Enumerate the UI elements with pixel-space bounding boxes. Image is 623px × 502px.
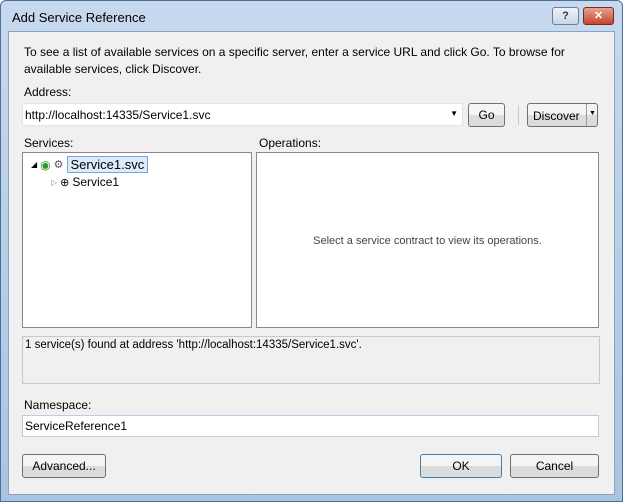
- tree-item[interactable]: ◢ ◉ ⚙ Service1.svc: [31, 156, 149, 173]
- instructions-text: To see a list of available services on a…: [24, 45, 565, 76]
- chevron-down-icon[interactable]: ▼: [589, 110, 596, 117]
- operations-list[interactable]: Select a service contract to view its op…: [256, 152, 599, 328]
- address-label: Address:: [24, 85, 72, 99]
- globe-icon: ⊕: [60, 176, 70, 189]
- go-button[interactable]: Go: [468, 103, 505, 127]
- cancel-button[interactable]: Cancel: [510, 454, 599, 478]
- namespace-value: ServiceReference1: [25, 419, 128, 433]
- discover-split-button[interactable]: Discover ▼: [527, 103, 598, 127]
- operations-placeholder: Select a service contract to view its op…: [313, 235, 542, 247]
- status-text: 1 service(s) found at address 'http://lo…: [25, 339, 362, 351]
- tree-item[interactable]: ▷ ⊕ Service1: [51, 175, 119, 189]
- collapsed-triangle-icon[interactable]: ▷: [51, 178, 57, 187]
- chevron-down-icon[interactable]: ▼: [450, 109, 458, 118]
- toolbar-separator: [518, 105, 519, 125]
- split-divider: [586, 104, 587, 126]
- help-button[interactable]: ?: [552, 7, 579, 25]
- address-input[interactable]: http://localhost:14335/Service1.svc: [25, 108, 210, 122]
- services-label: Services:: [24, 136, 74, 150]
- address-combobox[interactable]: http://localhost:14335/Service1.svc ▼: [22, 103, 463, 126]
- close-button[interactable]: ✕: [583, 7, 614, 25]
- namespace-input[interactable]: ServiceReference1: [22, 415, 599, 437]
- status-ok-icon: ◉: [40, 157, 51, 172]
- namespace-label: Namespace:: [24, 398, 92, 412]
- services-tree[interactable]: ◢ ◉ ⚙ Service1.svc ▷ ⊕ Service1: [22, 152, 252, 328]
- discover-button[interactable]: Discover: [533, 109, 580, 123]
- tree-item-label[interactable]: Service1: [72, 175, 119, 189]
- dialog-title: Add Service Reference: [12, 10, 146, 25]
- advanced-button[interactable]: Advanced...: [22, 454, 106, 478]
- status-box: 1 service(s) found at address 'http://lo…: [22, 336, 600, 384]
- service-icon: ⚙: [53, 159, 64, 171]
- ok-button[interactable]: OK: [420, 454, 502, 478]
- tree-item-label[interactable]: Service1.svc: [66, 156, 149, 173]
- expanded-triangle-icon[interactable]: ◢: [31, 160, 37, 169]
- operations-label: Operations:: [259, 136, 322, 150]
